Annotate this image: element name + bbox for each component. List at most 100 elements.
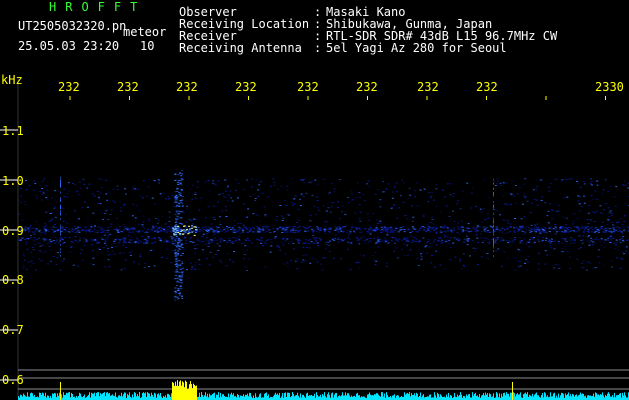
- noise-pixel: [280, 185, 283, 187]
- noise-pixel: [56, 257, 59, 259]
- noise-pixel: [78, 231, 81, 233]
- noise-pixel: [142, 198, 145, 199]
- noise-pixel: [270, 245, 273, 247]
- noise-pixel: [59, 240, 62, 242]
- noise-pixel: [131, 231, 134, 233]
- noise-pixel: [92, 257, 95, 259]
- noise-pixel: [148, 218, 151, 220]
- noise-pixel: [163, 192, 166, 194]
- noise-pixel: [544, 202, 547, 204]
- noise-pixel: [152, 231, 155, 233]
- noise-pixel: [367, 180, 370, 182]
- noise-pixel: [422, 237, 425, 239]
- noise-pixel: [579, 196, 582, 198]
- noise-pixel: [516, 193, 519, 195]
- noise-pixel: [359, 197, 361, 198]
- noise-pixel: [385, 238, 388, 240]
- vertical-echo-pixel: [60, 218, 61, 221]
- meter-bar: [532, 393, 533, 400]
- noise-pixel: [239, 232, 242, 234]
- noise-pixel: [570, 227, 573, 229]
- meter-bar: [71, 392, 72, 400]
- meter-bar: [459, 395, 460, 400]
- noise-pixel: [234, 220, 236, 221]
- meter-bar: [553, 393, 554, 400]
- noise-pixel: [585, 227, 587, 229]
- noise-pixel: [308, 181, 311, 183]
- noise-pixel: [205, 217, 207, 219]
- noise-pixel: [165, 231, 168, 233]
- noise-pixel: [396, 217, 399, 219]
- meteor-streak-pixel: [177, 239, 180, 241]
- noise-pixel: [622, 184, 625, 186]
- noise-pixel: [97, 202, 100, 204]
- noise-pixel: [108, 266, 111, 268]
- meter-bar: [196, 385, 197, 400]
- meteor-streak-pixel: [177, 254, 179, 256]
- noise-pixel: [424, 246, 427, 248]
- noise-pixel: [85, 229, 88, 231]
- noise-pixel: [346, 237, 349, 239]
- noise-pixel: [378, 201, 381, 203]
- noise-pixel: [587, 231, 590, 233]
- noise-pixel: [573, 240, 576, 241]
- noise-pixel: [225, 265, 228, 267]
- meter-bar: [359, 395, 360, 400]
- noise-pixel: [546, 215, 549, 217]
- noise-pixel: [247, 258, 250, 260]
- meter-bar: [224, 396, 225, 400]
- noise-pixel: [461, 231, 464, 233]
- noise-pixel: [383, 226, 386, 228]
- noise-pixel: [383, 228, 386, 230]
- noise-pixel: [75, 191, 78, 193]
- noise-pixel: [87, 229, 90, 231]
- noise-pixel: [310, 182, 313, 184]
- noise-pixel: [411, 231, 414, 233]
- meteor-streak-pixel: [175, 236, 178, 237]
- noise-pixel: [100, 232, 103, 234]
- noise-pixel: [78, 239, 81, 241]
- noise-pixel: [544, 250, 547, 252]
- noise-pixel: [494, 239, 497, 241]
- noise-pixel: [529, 239, 532, 240]
- noise-pixel: [561, 231, 564, 233]
- meter-bar: [58, 395, 59, 400]
- meteor-streak-pixel: [175, 268, 178, 270]
- meter-bar: [18, 396, 19, 400]
- noise-pixel: [152, 229, 155, 231]
- noise-pixel: [99, 192, 102, 194]
- meteor-streak-pixel: [174, 213, 177, 215]
- noise-pixel: [517, 266, 520, 268]
- noise-pixel: [257, 189, 260, 191]
- noise-pixel: [190, 268, 193, 270]
- meteor-streak-pixel: [181, 223, 184, 225]
- meter-bar: [455, 396, 456, 400]
- noise-pixel: [468, 227, 471, 229]
- noise-pixel: [280, 226, 283, 228]
- noise-pixel: [235, 240, 238, 242]
- noise-pixel: [402, 238, 405, 240]
- noise-pixel: [258, 231, 261, 233]
- noise-pixel: [23, 228, 26, 230]
- meter-bar: [287, 392, 288, 400]
- noise-pixel: [212, 231, 215, 233]
- noise-pixel: [243, 254, 246, 256]
- noise-pixel: [449, 194, 452, 196]
- noise-pixel: [147, 236, 150, 238]
- noise-pixel: [432, 240, 435, 242]
- noise-pixel: [33, 227, 36, 229]
- noise-pixel: [316, 245, 319, 247]
- noise-pixel: [443, 234, 446, 236]
- noise-pixel: [354, 212, 357, 214]
- vertical-echo-pixel: [60, 200, 61, 202]
- noise-pixel: [601, 192, 604, 194]
- noise-pixel: [310, 180, 313, 182]
- meter-bar: [289, 393, 290, 400]
- meter-bar: [567, 394, 568, 400]
- noise-pixel: [257, 195, 260, 197]
- noise-pixel: [510, 238, 513, 239]
- noise-pixel: [142, 180, 145, 182]
- noise-pixel: [538, 230, 541, 232]
- noise-pixel: [517, 248, 520, 250]
- meter-bar: [125, 392, 126, 400]
